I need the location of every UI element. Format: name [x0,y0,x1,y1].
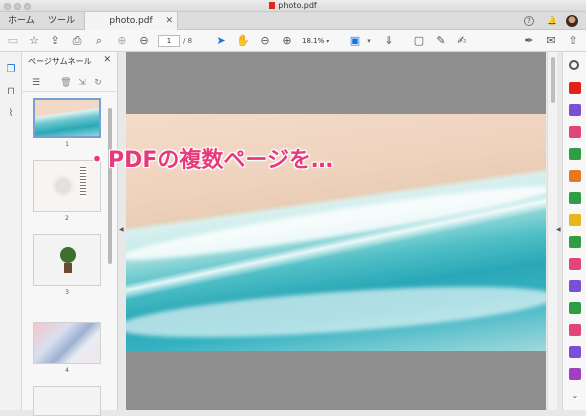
thumbnail-number: 3 [65,289,69,296]
comment-tool-icon[interactable] [569,214,581,226]
highlight-pen-icon[interactable]: ✎ [434,34,448,48]
thumbnail-number: 2 [65,215,69,222]
page-thumbnails-icon[interactable]: ❐ [5,64,17,76]
search-icon[interactable] [569,60,579,70]
wave-foam [126,276,546,348]
delete-page-icon[interactable]: 🗑 [60,77,72,89]
export-office-icon[interactable] [569,148,581,160]
right-tool-rail: ⌄ [562,52,586,410]
pot-image [64,263,72,273]
select-arrow-icon[interactable]: ➤ [214,34,228,48]
compare-icon[interactable] [569,346,581,358]
avatar[interactable] [566,15,578,27]
scrollbar-thumb[interactable] [551,57,555,103]
panel-scrollbar[interactable] [108,108,112,264]
panel-title: ページサムネール [28,57,92,66]
save-icon[interactable]: ▭ [6,34,20,48]
bookmarks-icon[interactable]: ⊓ [5,86,17,98]
print-icon[interactable]: ⎙ [70,34,84,48]
next-page-icon[interactable]: ⊖ [137,34,151,48]
tab-tools[interactable]: ツール [42,12,81,30]
extract-page-icon[interactable]: ⇲ [76,77,88,89]
pdf-icon [269,2,276,9]
collapse-left-panel-icon[interactable]: ◀ [119,226,124,233]
share-icon[interactable]: ⇧ [566,34,580,48]
page-total: / 8 [183,37,193,45]
attachment-icon[interactable]: ⌇ [5,108,17,120]
tab-home[interactable]: ホーム [2,12,41,30]
options-menu-icon[interactable]: ☰ [30,77,42,89]
bookmark-star-icon[interactable]: ☆ [27,34,41,48]
organize-pages-icon[interactable] [569,170,581,182]
panel-toolbar: ☰ 🗑 ⇲ ↻ [22,74,118,92]
previous-page-icon[interactable]: ⊕ [115,34,129,48]
wave-foam [126,175,546,271]
combine-files-icon[interactable] [569,192,581,204]
close-tab-icon[interactable]: ✕ [165,12,173,30]
scroll-mode-icon[interactable]: ⇓ [382,34,396,48]
zoom-in-icon[interactable]: ⊕ [280,34,294,48]
fill-sign-icon[interactable]: ✒ [522,34,536,48]
stamp-icon[interactable] [569,368,581,380]
zoom-search-icon[interactable]: ⌕ [92,34,106,48]
collapse-right-panel-icon[interactable]: ◀ [556,226,561,233]
hand-tool-icon[interactable]: ✋ [236,34,250,48]
chevron-down-icon: ▾ [326,38,330,45]
thumbnail-page-1[interactable] [33,98,101,138]
fit-page-icon[interactable]: ▣ [348,34,362,48]
left-rail: ❐ ⊓ ⌇ [0,52,22,410]
fill-and-sign-icon[interactable] [569,302,581,314]
chevron-down-icon[interactable]: ▾ [362,34,376,48]
thumbnail-number: 4 [65,367,69,374]
thumbnail-page-3[interactable] [33,234,101,286]
scan-ocr-icon[interactable] [569,236,581,248]
camera-image [52,175,74,197]
overlay-caption: ・PDFの複数ページを… [86,148,333,173]
zoom-out-icon[interactable]: ⊖ [258,34,272,48]
mail-icon[interactable]: ✉ [544,34,558,48]
export-pdf-icon[interactable] [569,82,581,94]
window-title-text: photo.pdf [278,1,317,10]
window-title: photo.pdf [0,1,586,10]
document-viewer[interactable] [126,52,546,410]
bell-icon[interactable]: 🔔 [546,15,558,27]
plant-image [60,247,76,263]
title-bar: photo.pdf [0,0,586,12]
zoom-level-select[interactable]: 18.1% ▾ [302,35,336,47]
send-for-signature-icon[interactable] [569,324,581,336]
redact-icon[interactable] [569,258,581,270]
tab-document[interactable]: photo.pdf ✕ [84,12,178,30]
protect-icon[interactable] [569,280,581,292]
rotate-page-icon[interactable]: ↻ [92,77,104,89]
comment-icon[interactable]: ▢ [412,34,426,48]
help-icon[interactable]: ? [524,16,534,26]
thumbnail-page-4[interactable] [33,322,101,364]
create-pdf-icon[interactable] [569,104,581,116]
edit-pdf-icon[interactable] [569,126,581,138]
tab-document-label: photo.pdf [109,16,153,26]
tab-bar: ホーム ツール photo.pdf ✕ ? 🔔 [0,12,586,30]
page-number-input[interactable]: 1 [158,35,180,47]
more-tools-icon[interactable]: ⌄ [569,390,581,402]
thumbnail-page-5[interactable] [33,386,101,416]
toolbar: ▭ ☆ ⇪ ⎙ ⌕ ⊕ ⊖ 1 / 8 ➤ ✋ ⊖ ⊕ 18.1% ▾ ▣ ▾ ⇓… [0,30,586,52]
sign-icon[interactable]: ✍ [455,34,469,48]
thumbnail-panel: ページサムネール ✕ ☰ 🗑 ⇲ ↻ 1 2 3 4 [22,52,118,416]
upload-icon[interactable]: ⇪ [48,34,62,48]
zoom-level-value: 18.1% [302,37,325,45]
close-panel-icon[interactable]: ✕ [103,55,111,65]
